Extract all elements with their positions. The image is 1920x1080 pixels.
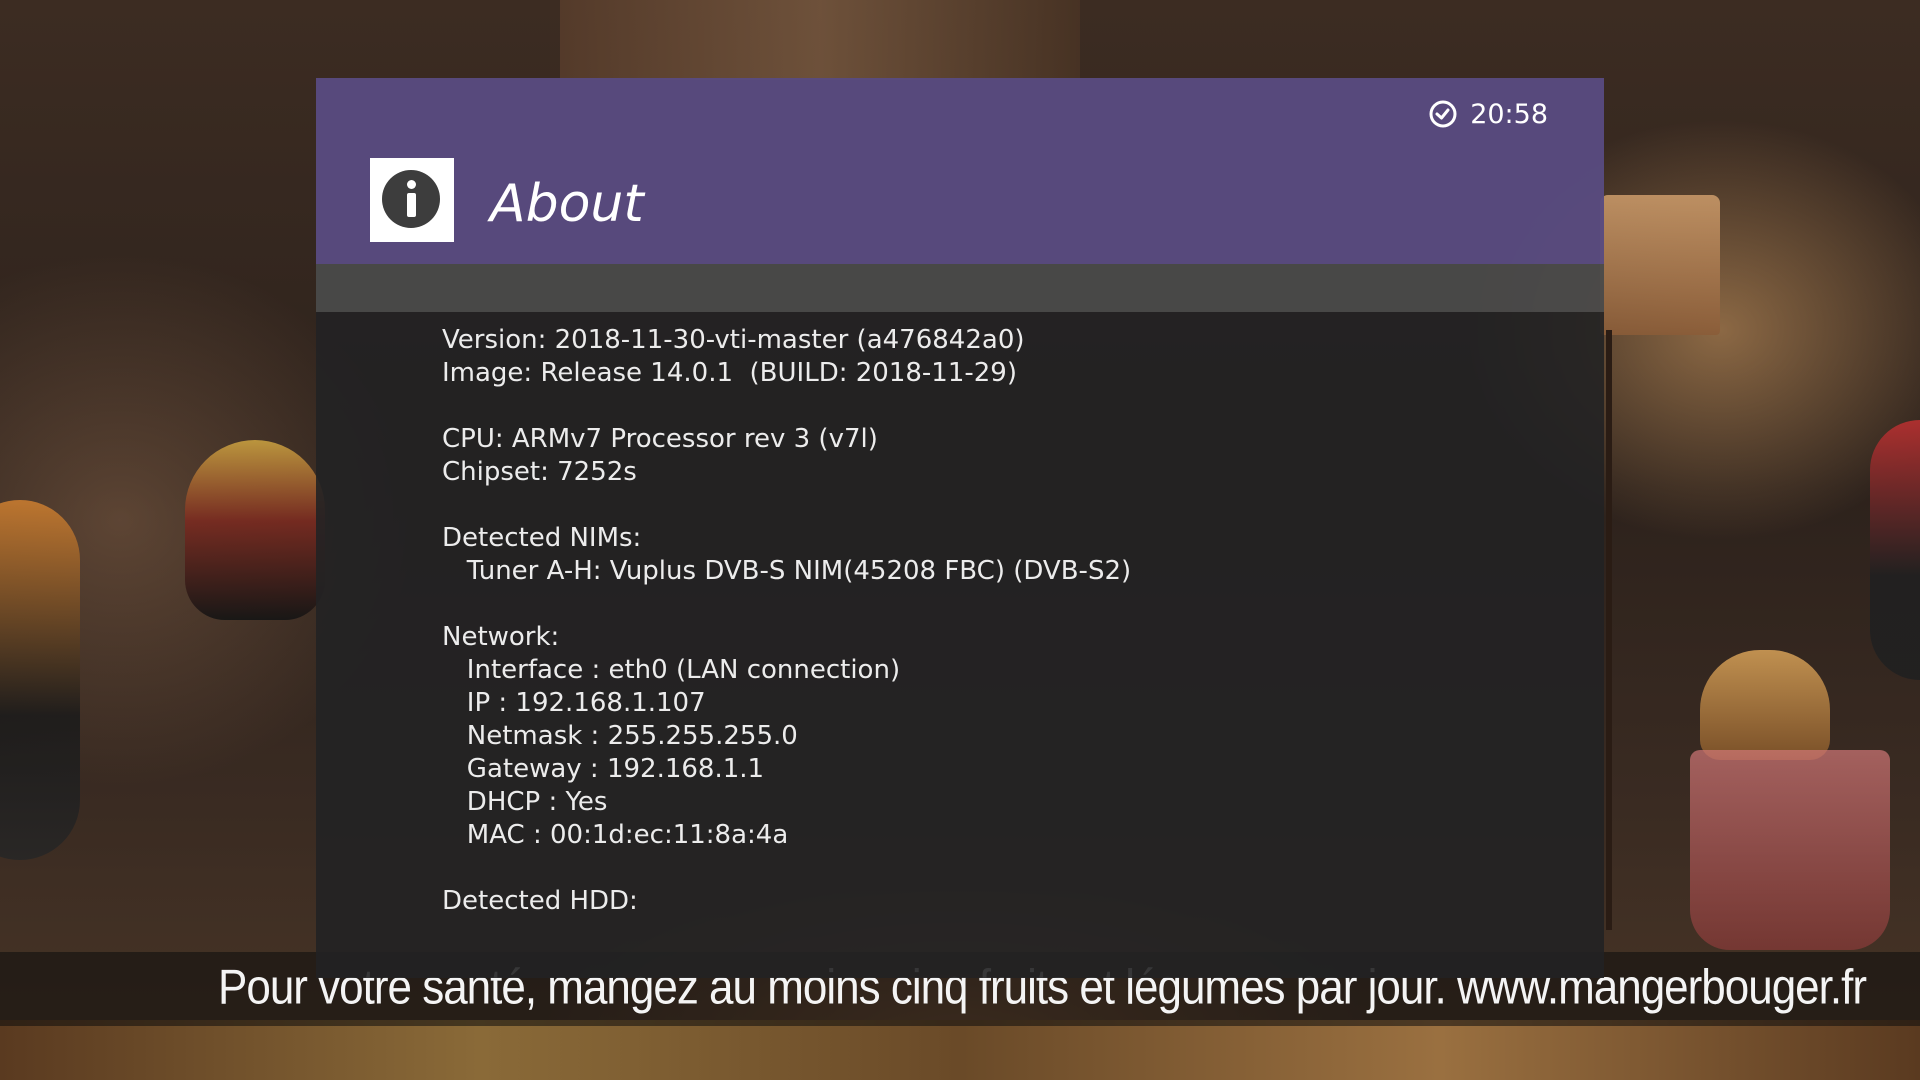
background-bread — [1700, 650, 1830, 760]
dialog-header: About 20:58 — [316, 78, 1604, 264]
background-lamp-pole — [1606, 330, 1612, 930]
background-toy-left — [185, 440, 325, 620]
clock-time: 20:58 — [1470, 98, 1548, 130]
background-toy-right — [1870, 420, 1920, 680]
background-painting — [560, 0, 1080, 80]
tv-screen: Pour votre santé, mangez au moins cinq f… — [0, 0, 1920, 1080]
clock: 20:58 — [1428, 94, 1548, 134]
background-figure-left — [0, 500, 80, 860]
about-info-text: Version: 2018-11-30-vti-master (a476842a… — [442, 325, 1132, 916]
dialog-separator-strip — [316, 264, 1604, 312]
background-lamp-shade — [1600, 195, 1720, 335]
background-glass — [1690, 750, 1890, 950]
background-table — [0, 1020, 1920, 1080]
info-icon — [370, 158, 454, 242]
clock-icon — [1429, 100, 1457, 128]
about-dialog: About 20:58 Version: 2018-11-30-vti-mast… — [316, 78, 1604, 978]
page-title: About — [490, 174, 644, 234]
